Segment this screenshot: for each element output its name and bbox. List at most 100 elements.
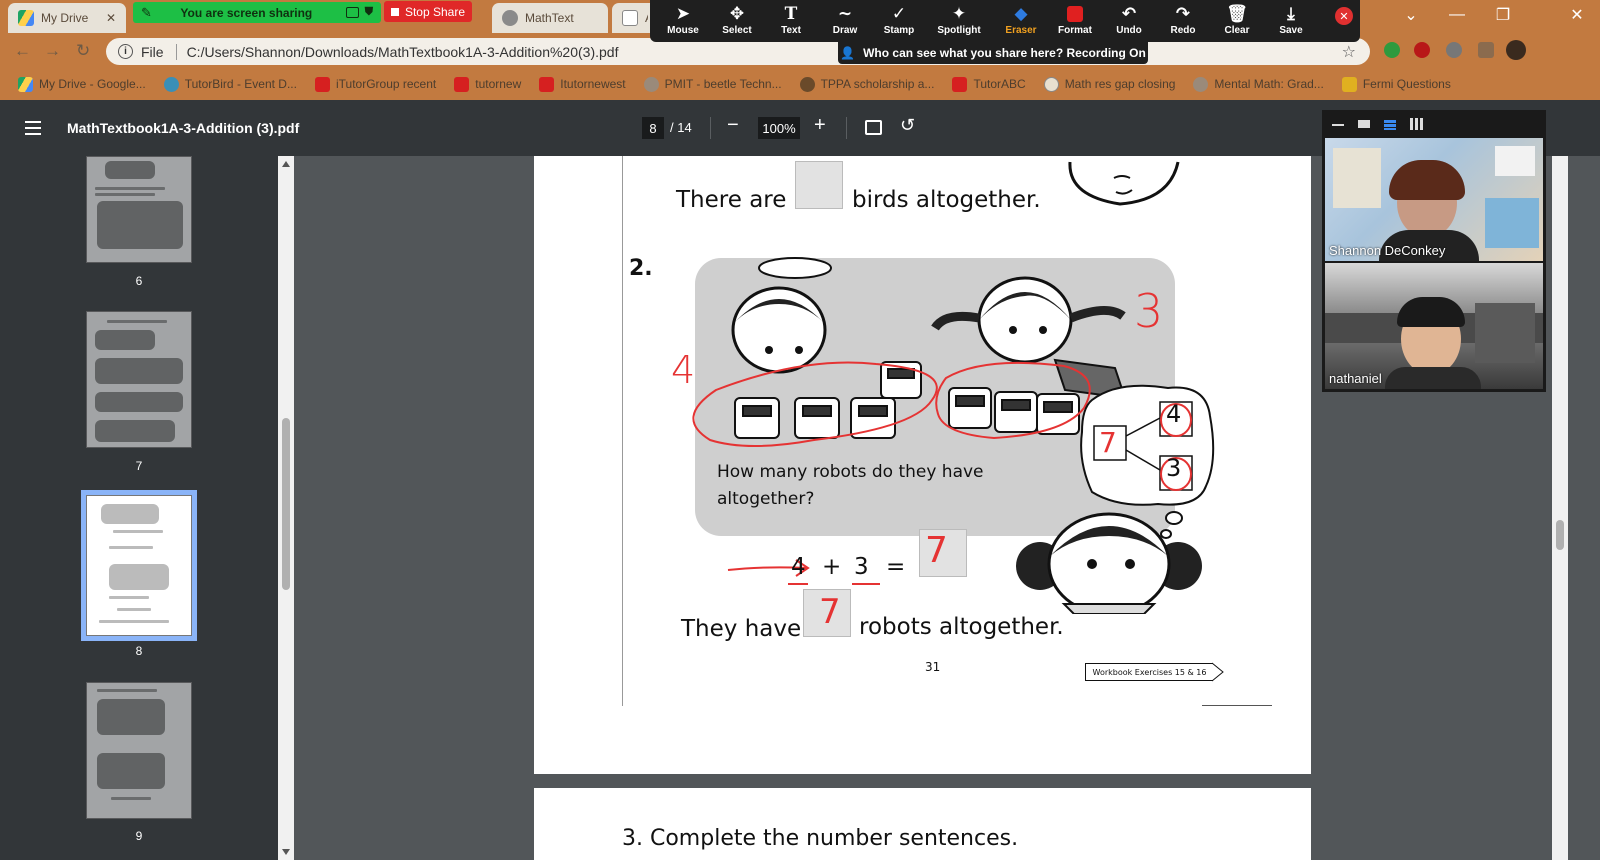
tool-stamp[interactable]: ✓ Stamp [872,3,926,41]
minimize-video-icon[interactable] [1332,124,1344,126]
tab-math-textbook[interactable]: MathText [492,3,608,33]
minimize-icon[interactable]: — [1434,0,1480,30]
globe-icon [643,76,659,92]
checkmark-icon: ✓ [891,4,907,23]
bookmark-tppa[interactable]: TPPA scholarship a... [799,76,934,92]
tool-save[interactable]: ⤓ Save [1264,3,1318,41]
video-tile-nathaniel[interactable]: nathaniel [1325,263,1543,389]
bookmark-tutorabc[interactable]: TutorABC [952,76,1026,92]
video-tile-shannon[interactable]: Shannon DeConkey [1325,138,1543,261]
extension-puzzle-icon[interactable] [1446,42,1462,58]
thumbnail-page-7[interactable] [86,311,192,448]
tool-mouse[interactable]: ➤ Mouse [656,3,710,41]
tool-eraser[interactable]: ◆ Eraser [994,3,1048,41]
bookmark-tutorbird[interactable]: TutorBird - Event D... [163,76,297,92]
reload-icon[interactable]: ↻ [76,41,90,61]
page-left-rule [622,156,623,706]
zoom-out-icon[interactable]: − [727,114,739,137]
squiggle-icon: ∼ [837,4,853,23]
bookmark-star-icon[interactable]: ☆ [1342,42,1356,62]
question-line-1: How many robots do they have [717,462,984,482]
child-illustration-top [1068,161,1180,206]
stop-share-label: Stop Share [404,4,466,19]
thumbnail-page-8[interactable] [81,490,197,641]
recording-banner[interactable]: 👤 Who can see what you share here? Recor… [838,42,1148,64]
tool-spotlight[interactable]: ✦ Spotlight [932,3,986,41]
tab-title: AN [645,11,648,25]
next-page-heading: 3. Complete the number sentences. [622,826,1019,851]
tool-redo[interactable]: ↷ Redo [1156,3,1210,41]
restore-icon[interactable]: ❐ [1480,0,1526,30]
back-arrow-icon[interactable]: ← [14,41,31,61]
rotate-icon[interactable]: ↺ [900,115,915,136]
prev-sentence-end: birds altogether. [852,187,1041,213]
answer-box-birds[interactable] [795,161,843,209]
bookmark-label: My Drive - Google... [39,77,146,91]
thumbnail-number: 9 [135,829,143,843]
tool-undo[interactable]: ↶ Undo [1102,3,1156,41]
bookmark-math-res[interactable]: Math res gap closing [1043,76,1175,92]
bookmark-mental-math[interactable]: Mental Math: Grad... [1193,76,1324,92]
page-number-input[interactable]: 8 [642,117,664,139]
scroll-up-arrow-icon[interactable] [282,161,290,167]
screen-sharing-banner: ✎ You are screen sharing ⛊ [133,2,381,23]
close-tab-icon[interactable]: ✕ [98,11,116,25]
gallery-view-icon[interactable] [1410,118,1424,130]
window-close-icon[interactable]: ✕ [1554,0,1600,30]
bookmark-pmit[interactable]: PMIT - beetle Techn... [643,76,782,92]
tool-clear[interactable]: 🗑 Clear [1210,3,1264,41]
bookmark-itutornewest[interactable]: Itutornewest [539,76,626,92]
fit-to-page-icon[interactable] [865,120,882,135]
info-icon[interactable]: i [118,44,133,59]
strip-view-icon[interactable] [1384,120,1396,130]
close-toolbar-icon[interactable]: ✕ [1335,7,1353,25]
prev-sentence-start: There are [676,187,787,213]
workbook-tag-arrow [1212,662,1224,682]
ublock-icon[interactable] [1414,42,1430,58]
extension-leaf-icon[interactable] [1384,42,1400,58]
tab-my-drive[interactable]: My Drive ✕ [8,3,126,33]
document-scrollbar[interactable] [1552,156,1568,860]
menu-icon[interactable] [25,121,41,135]
sidebar-scrollbar[interactable] [278,156,294,860]
itutor-icon [314,76,330,92]
bookmark-fermi[interactable]: Fermi Questions [1341,76,1451,92]
tab-search-icon[interactable]: ⌄ [1388,0,1434,30]
download-icon: ⤓ [1287,4,1295,23]
bookmark-itutorgroup[interactable]: iTutorGroup recent [314,76,436,92]
magic-wand-icon: ✦ [951,4,967,23]
equation-answer: 7 [925,530,948,571]
globe-icon [502,10,518,26]
profile-avatar[interactable] [1506,40,1526,60]
scroll-down-arrow-icon[interactable] [282,849,290,855]
zoom-in-icon[interactable]: + [814,114,826,137]
tool-format[interactable]: Format [1048,3,1102,41]
thumbnail-page-9[interactable] [86,682,192,819]
thumbnail-page-6[interactable] [86,156,192,263]
bookmark-my-drive[interactable]: My Drive - Google... [18,76,146,92]
question-number: 2. [629,256,653,281]
speaker-view-icon[interactable] [1358,120,1370,128]
recording-banner-label: Who can see what you share here? Recordi… [863,46,1146,60]
zoom-level-input[interactable]: 100% [758,117,800,139]
tool-text[interactable]: T Text [764,3,818,41]
equation-equals: = [886,554,906,580]
bookmark-tutornew[interactable]: tutornew [454,76,521,92]
tool-select[interactable]: ✥ Select [710,3,764,41]
workbook-tag-label: Workbook Exercises 15 & 16 [1092,667,1207,677]
tool-draw[interactable]: ∼ Draw [818,3,872,41]
url-field[interactable]: i File C:/Users/Shannon/Downloads/MathTe… [106,38,1370,65]
scrollbar-thumb[interactable] [1556,520,1564,550]
undo-icon: ↶ [1121,4,1137,23]
bookmark-label: PMIT - beetle Techn... [664,77,782,91]
scrollbar-thumb[interactable] [282,418,290,590]
equation-addend-1: 4 [791,554,806,580]
forward-arrow-icon[interactable]: → [44,41,61,61]
bookmark-label: Itutornewest [560,77,626,91]
stop-share-button[interactable]: Stop Share [384,1,472,22]
girl-illustration [1016,512,1202,614]
owl-icon [799,76,815,92]
sidepanel-icon[interactable] [1478,42,1494,58]
viewers-icon: 👤 [840,46,856,60]
share-banner-label: You are screen sharing [180,5,313,20]
